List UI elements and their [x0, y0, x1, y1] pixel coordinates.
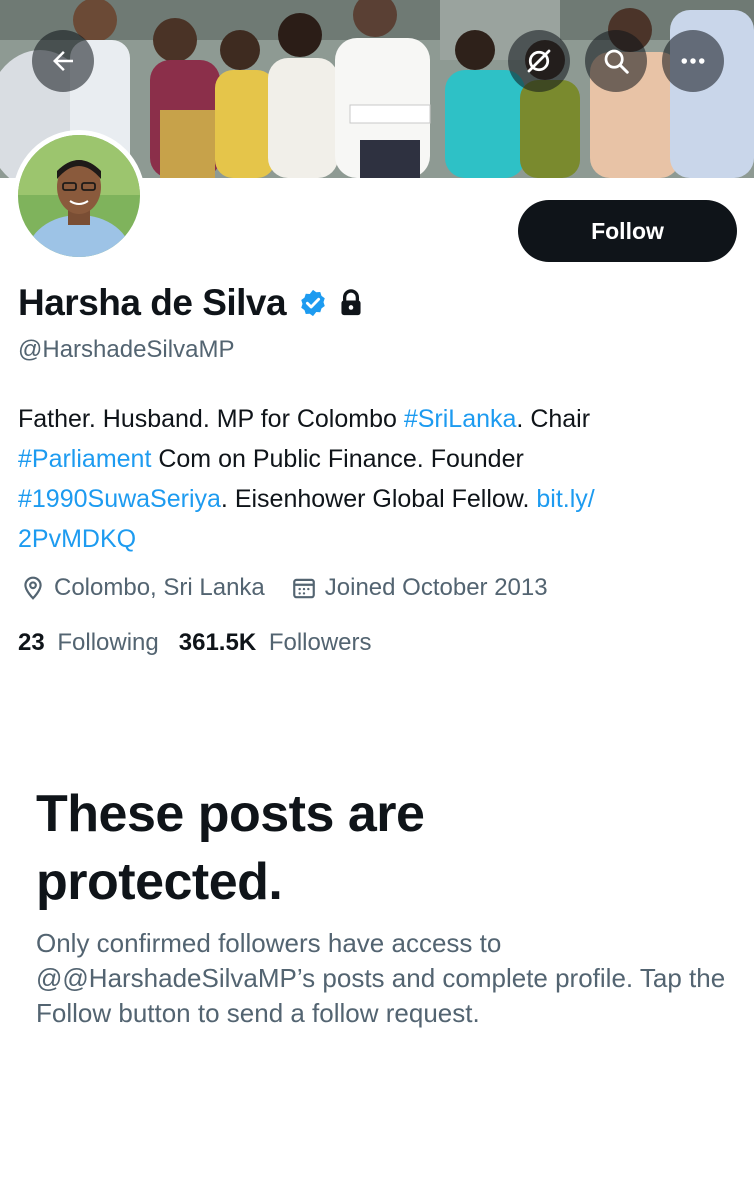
hashtag-srilanka-link[interactable]: #SriLanka	[404, 405, 517, 433]
location-item: Colombo, Sri Lanka	[20, 574, 265, 602]
more-button[interactable]	[662, 30, 724, 92]
bio-text: Com on Public Finance. Founder	[151, 445, 524, 473]
following-link[interactable]: 23 Following	[18, 629, 159, 657]
bio-text: Father. Husband. MP for Colombo	[18, 405, 404, 433]
protected-title: These posts are protected.	[36, 785, 425, 911]
hide-button[interactable]	[508, 30, 570, 92]
follow-button[interactable]: Follow	[518, 200, 737, 262]
verified-badge-icon[interactable]	[298, 288, 328, 318]
bio-text: . Chair	[516, 405, 591, 433]
location-text: Colombo, Sri Lanka	[54, 574, 265, 601]
eye-slash-icon	[527, 49, 551, 73]
protected-message: Only confirmed followers have access to …	[36, 928, 726, 1028]
profile-meta: Colombo, Sri Lanka Joined October 2013	[20, 574, 548, 602]
profile-handle: @HarshadeSilvaMP	[18, 336, 235, 363]
follow-counts: 23 Following 361.5K Followers	[18, 629, 372, 657]
location-pin-icon	[24, 576, 42, 600]
lock-icon	[341, 289, 361, 316]
more-horizontal-icon	[681, 58, 705, 64]
avatar-photo	[18, 135, 140, 257]
joined-item: Joined October 2013	[291, 574, 548, 602]
arrow-left-icon	[53, 51, 73, 71]
profile-bio: Father. Husband. MP for Colombo #SriLank…	[18, 399, 718, 559]
following-count: 23	[18, 629, 45, 656]
search-button[interactable]	[585, 30, 647, 92]
profile-name: Harsha de Silva	[18, 282, 287, 323]
calendar-icon	[292, 578, 315, 599]
profile-avatar[interactable]	[13, 130, 145, 262]
followers-link[interactable]: 361.5K Followers	[179, 629, 372, 657]
following-label: Following	[57, 629, 159, 656]
hashtag-1990suwaseriya-link[interactable]: #1990SuwaSeriya	[18, 485, 221, 513]
joined-text: Joined October 2013	[324, 574, 548, 601]
profile-name-row: Harsha de Silva	[18, 282, 364, 324]
back-button[interactable]	[32, 30, 94, 92]
search-icon	[604, 49, 629, 74]
followers-count: 361.5K	[178, 629, 257, 656]
hashtag-parliament-link[interactable]: #Parliament	[18, 445, 151, 473]
bio-text: . Eisenhower Global Fellow.	[220, 485, 537, 513]
followers-label: Followers	[268, 629, 372, 656]
